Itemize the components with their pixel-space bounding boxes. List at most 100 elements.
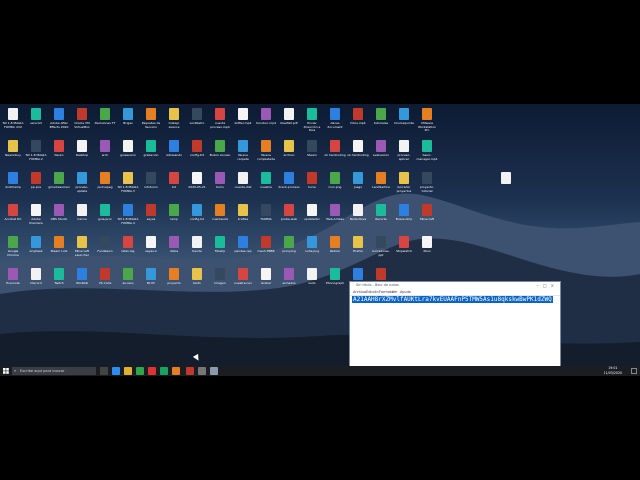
desktop-icon[interactable]: Adobe After Effects 2020 xyxy=(48,106,70,132)
spotify-icon[interactable] xyxy=(136,367,144,375)
desktop-icon[interactable]: SD 1.8 MAGIA FOMRA.2 xyxy=(25,138,47,164)
desktop-icon[interactable]: VS Code xyxy=(94,266,116,292)
desktop-icon[interactable]: config-bd xyxy=(186,202,208,228)
desktop-icon[interactable]: config.txt xyxy=(186,138,208,164)
desktop-icon[interactable]: Twitch xyxy=(48,266,70,292)
desktop-icon[interactable]: retrasando xyxy=(163,138,185,164)
desktop-icon[interactable]: Firefox xyxy=(347,234,369,260)
desktop-icon[interactable]: archivo xyxy=(278,138,300,164)
desktop-icon[interactable]: fotos.mp4 xyxy=(347,106,369,132)
task-view-icon[interactable] xyxy=(100,367,108,375)
desktop-icon[interactable]: SD 1.8 MAGIA FOMRA.3 xyxy=(117,170,139,196)
desktop-icon[interactable]: borradores-ppt xyxy=(370,234,392,260)
desktop-icon[interactable]: guisasocio xyxy=(117,138,139,164)
desktop-icon[interactable]: cuenta proceso.mp4 xyxy=(209,106,231,132)
desktop-icon[interactable]: ax-reso xyxy=(117,266,139,292)
desktop-icon[interactable]: Oculosquinta xyxy=(393,106,415,132)
desktop-icon[interactable]: tienda xyxy=(186,234,208,260)
notepad-window[interactable]: Sin título - Bloc de notas –□× Archivo E… xyxy=(349,281,561,376)
desktop-icon[interactable]: sudo xyxy=(301,266,323,292)
desktop-icon[interactable]: kidfier.mp4 xyxy=(232,106,254,132)
menu-edit[interactable]: Edición xyxy=(366,290,379,294)
windows-start-icon[interactable] xyxy=(2,367,10,375)
notification-icon[interactable] xyxy=(631,368,637,374)
desktop-icon[interactable]: VMware Workstation Pro xyxy=(416,106,438,132)
desktop-icon[interactable]: nuestra xyxy=(255,170,277,196)
notepad-titlebar[interactable]: Sin título - Bloc de notas –□× xyxy=(350,282,560,289)
menu-file[interactable]: Archivo xyxy=(353,290,366,294)
desktop-icon[interactable]: danes document xyxy=(324,106,346,132)
desktop-icon[interactable]: proyecto-tutorial xyxy=(416,170,438,196)
desktop-icon[interactable]: updatadoc xyxy=(301,202,323,228)
desktop-icon[interactable]: grabacion xyxy=(140,138,162,164)
desktop-icon[interactable]: latex.log xyxy=(117,234,139,260)
whatsapp-icon[interactable] xyxy=(160,367,168,375)
desktop-icon[interactable]: SD 1.8 MAGIA FOMRA dmt xyxy=(2,106,24,132)
desktop-icon[interactable] xyxy=(495,170,517,196)
desktop-icon[interactable]: sayas xyxy=(140,202,162,228)
desktop-icon[interactable]: 2020-05-21 xyxy=(186,170,208,196)
desktop-icon[interactable]: AnyDesk xyxy=(25,234,47,260)
desktop-icon[interactable]: Neuro xyxy=(48,138,70,164)
desktop-icon[interactable]: lamp xyxy=(163,202,185,228)
desktop-icon[interactable]: LockRetro xyxy=(186,106,208,132)
desktop-icon[interactable]: proxy.log xyxy=(278,234,300,260)
desktop-icon[interactable]: icon.png xyxy=(324,170,346,196)
desktop-icon[interactable]: mesh-TBBB xyxy=(255,234,277,260)
desktop-icon[interactable]: proyecto xyxy=(163,266,185,292)
desktop-icon[interactable]: gmailresumen xyxy=(48,170,70,196)
desktop-icon[interactable]: Brigas xyxy=(117,106,139,132)
notepad-text-area[interactable]: A21AAH8rXZMvlfAUKtLra7kvEUAAFnP5TMW5As1u… xyxy=(352,296,553,303)
desktop-icon[interactable]: hxcvbvc.mp4 xyxy=(255,106,277,132)
desktop-icon[interactable]: proceso-update xyxy=(71,170,93,196)
desktop-icon[interactable]: Minecraft Launcher xyxy=(71,234,93,260)
desktop-icon[interactable]: SD 1.8 MAGIA FOMRA.4 xyxy=(117,202,139,228)
file-explorer-icon[interactable] xyxy=(124,367,132,375)
desktop-icon[interactable]: kraftes xyxy=(232,202,254,228)
desktop-icon[interactable]: basic-manager.mp4 xyxy=(416,138,438,164)
desktop-icon[interactable]: Nada Nova xyxy=(347,202,369,228)
desktop-icon[interactable]: Decisiones TT xyxy=(94,106,116,132)
desktop-icon[interactable]: Phonograph xyxy=(324,266,346,292)
desktop-icon[interactable]: guia-proc xyxy=(94,202,116,228)
desktop-icon[interactable]: Recorte xyxy=(370,202,392,228)
window-controls[interactable]: –□× xyxy=(537,283,558,288)
desktop-icon[interactable]: Adobe Premiere xyxy=(25,202,47,228)
app-icon[interactable] xyxy=(198,367,206,375)
desktop-icon[interactable]: Xbox xyxy=(416,234,438,260)
desktop-icon[interactable]: pudvapeg xyxy=(94,170,116,196)
notepad-taskbar-icon[interactable] xyxy=(210,367,218,375)
desktop-icon[interactable]: tomo xyxy=(209,170,231,196)
desktop-icon[interactable]: Newonbuy xyxy=(2,138,24,164)
desktop-icon[interactable]: Enviar Dirección a Rios xyxy=(301,106,323,132)
desktop-icon[interactable]: proceso-aplicac xyxy=(393,138,415,164)
desktop-icon[interactable]: Web-Ambas xyxy=(324,202,346,228)
desktop-icon[interactable]: Nueva carpeta xyxy=(232,138,254,164)
desktop-icon[interactable]: Steam xyxy=(301,138,323,164)
desktop-icon[interactable]: Stopwatch xyxy=(393,234,415,260)
desktop-icon[interactable]: armados xyxy=(278,266,300,292)
taskbar-clock[interactable]: 19:01 11/03/2020 xyxy=(604,366,622,375)
desktop-icon[interactable]: cuenta-dist xyxy=(232,170,254,196)
desktop-icon[interactable]: tucia xyxy=(301,170,323,196)
desktop-icon[interactable]: Paquetes de Servicio xyxy=(140,106,162,132)
chrome-icon[interactable] xyxy=(148,367,156,375)
desktop-icon[interactable]: arch xyxy=(94,138,116,164)
desktop-icon[interactable]: Oracle VM VirtualBox xyxy=(71,106,93,132)
desktop-icon[interactable]: Brave.dmp xyxy=(393,202,415,228)
desktop-icon[interactable]: Imagen xyxy=(209,266,231,292)
desktop-icon[interactable]: Google Chrome xyxy=(2,234,24,260)
desktop-icon[interactable]: Retirar xyxy=(324,234,346,260)
desktop-icon[interactable]: sara.txt xyxy=(25,106,47,132)
desktop-icon[interactable]: Minecraft xyxy=(416,202,438,228)
desktop-icon[interactable]: Discord xyxy=(25,266,47,292)
desktop-icon[interactable]: sayas-2 xyxy=(140,234,162,260)
app-icon[interactable] xyxy=(172,367,180,375)
desktop-icon[interactable]: juego xyxy=(347,170,369,196)
desktop-icon[interactable]: texto xyxy=(186,266,208,292)
desktop-icon[interactable]: fitoshp xyxy=(209,234,231,260)
app-icon[interactable] xyxy=(186,367,194,375)
desktop-icon[interactable]: dvdchamp xyxy=(2,170,24,196)
desktop-icon[interactable]: cuentasxls xyxy=(209,202,231,228)
desktop-icon[interactable]: TOMMA xyxy=(255,202,277,228)
